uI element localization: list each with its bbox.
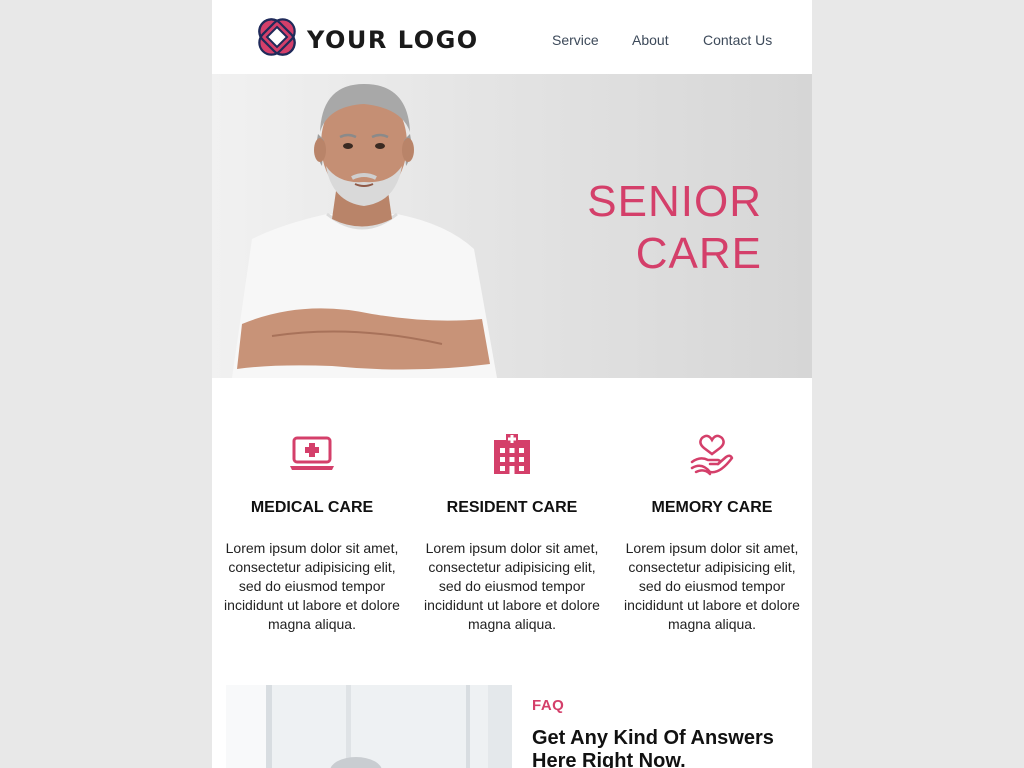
email-page: YOUR LOGO Service About Contact Us SENIO… bbox=[212, 0, 812, 768]
faq-photo bbox=[226, 685, 512, 768]
nav-contact-us[interactable]: Contact Us bbox=[703, 32, 772, 48]
hero-title: SENIOR CARE bbox=[587, 176, 762, 280]
hero-title-line2: CARE bbox=[635, 229, 762, 278]
logo-mark-icon bbox=[258, 18, 296, 56]
service-title: RESIDENT CARE bbox=[446, 499, 578, 516]
header: YOUR LOGO Service About Contact Us bbox=[212, 0, 812, 74]
laptop-medical-icon bbox=[290, 436, 334, 470]
nav-service[interactable]: Service bbox=[552, 32, 599, 48]
service-description: Lorem ipsum dolor sit amet, consectetur … bbox=[624, 540, 800, 632]
logo-text: YOUR LOGO bbox=[307, 26, 479, 54]
faq-kicker: FAQ bbox=[532, 697, 565, 714]
faq-heading: Get Any Kind Of Answers Here Right Now. bbox=[532, 727, 774, 768]
hospital-building-icon bbox=[494, 434, 530, 474]
hero-banner: SENIOR CARE bbox=[212, 74, 812, 378]
service-title: MEDICAL CARE bbox=[250, 499, 374, 516]
hand-holding-heart-icon bbox=[690, 434, 734, 476]
hero-title-line1: SENIOR bbox=[587, 177, 762, 226]
service-description: Lorem ipsum dolor sit amet, consectetur … bbox=[224, 540, 400, 632]
service-title: MEMORY CARE bbox=[651, 499, 773, 516]
services-section: MEDICAL CARE Lorem ipsum dolor sit amet,… bbox=[212, 378, 812, 684]
nav-about[interactable]: About bbox=[632, 32, 669, 48]
senior-man-photo bbox=[232, 84, 497, 378]
logo[interactable]: YOUR LOGO bbox=[249, 9, 479, 65]
service-description: Lorem ipsum dolor sit amet, consectetur … bbox=[424, 540, 600, 632]
